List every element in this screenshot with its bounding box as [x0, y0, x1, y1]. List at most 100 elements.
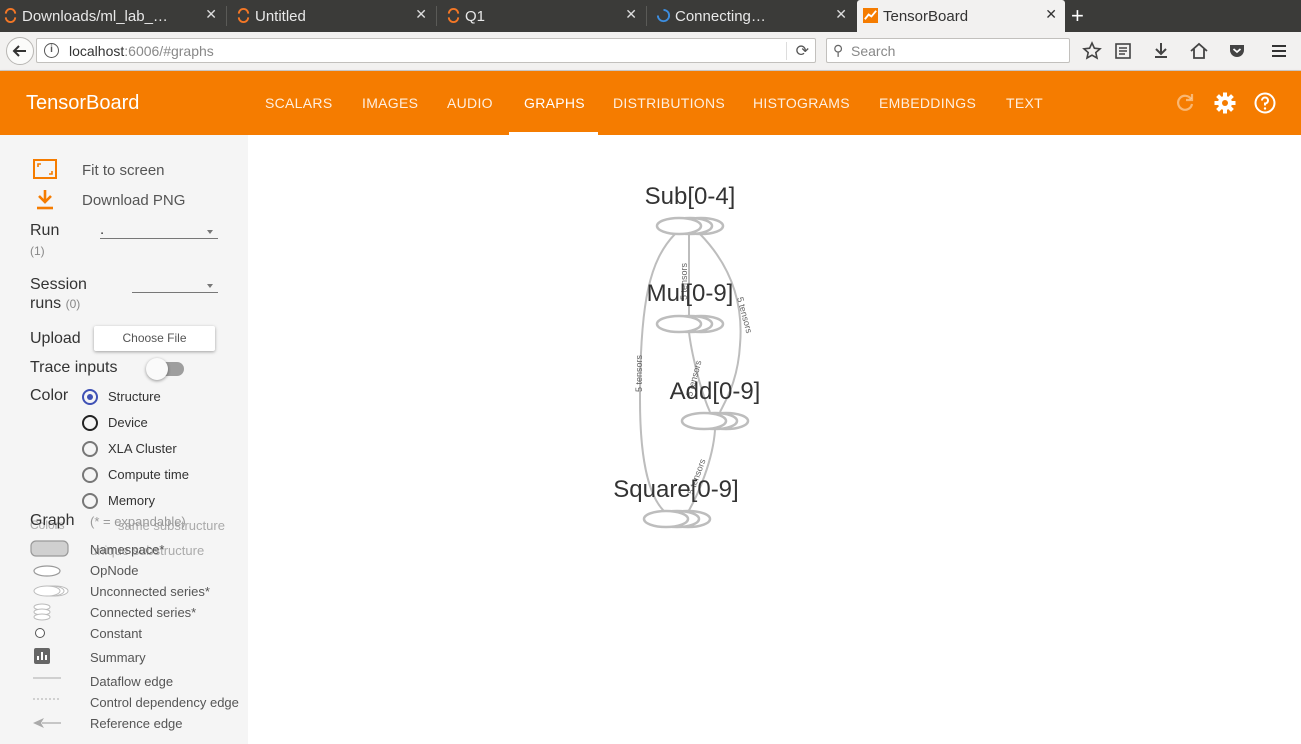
fit-to-screen-button[interactable]: Fit to screen: [82, 162, 165, 179]
upload-label: Upload: [30, 330, 81, 347]
radio-memory[interactable]: [82, 493, 98, 509]
close-icon[interactable]: ✕: [835, 6, 847, 23]
settings-gear-icon[interactable]: [1213, 91, 1237, 115]
reload-icon[interactable]: ⟳: [796, 41, 809, 61]
jupyter-icon: [4, 8, 17, 23]
browser-tab-q1[interactable]: Q1 ✕: [443, 0, 645, 32]
radio-xla-cluster-label: XLA Cluster: [108, 441, 177, 456]
browser-tab-connecting[interactable]: Connecting… ✕: [653, 0, 855, 32]
tensorboard-header: TensorBoard SCALARS IMAGES AUDIO GRAPHS …: [0, 71, 1301, 135]
radio-device[interactable]: [82, 415, 98, 431]
unconnected-series-legend-label: Unconnected series*: [90, 584, 210, 599]
control-dependency-edge-legend-icon: [33, 698, 61, 700]
chevron-down-icon[interactable]: [207, 230, 213, 234]
url-bar[interactable]: i localhost:6006/#graphs ⟳: [36, 38, 816, 63]
session-runs-label: Session: [30, 276, 87, 293]
reference-edge-legend-icon: [33, 718, 61, 728]
tab-label: Q1: [465, 7, 486, 25]
tab-audio[interactable]: AUDIO: [447, 95, 493, 111]
connected-series-legend-icon: [33, 603, 51, 621]
graph-edge-sub-square: [638, 233, 676, 513]
reference-edge-legend-label: Reference edge: [90, 716, 183, 731]
dataflow-edge-legend-label: Dataflow edge: [90, 674, 174, 689]
close-icon[interactable]: ✕: [1045, 6, 1057, 23]
graph-node-label-mul[interactable]: Mul[0-9]: [647, 280, 734, 307]
opnode-legend-label: OpNode: [90, 563, 139, 578]
run-select[interactable]: [100, 238, 218, 239]
close-icon[interactable]: ✕: [415, 6, 427, 23]
tab-separator: [646, 6, 647, 26]
bookmark-star-icon[interactable]: [1081, 40, 1103, 62]
search-icon: ⚲: [833, 42, 844, 58]
run-select-value[interactable]: .: [100, 221, 104, 238]
connected-series-legend-label: Connected series*: [90, 605, 197, 620]
run-label: Run: [30, 222, 60, 239]
chevron-down-icon[interactable]: [207, 284, 213, 288]
hamburger-menu-icon[interactable]: [1268, 40, 1290, 62]
graph-controls-sidebar: Fit to screen Download PNG Run (1) . Ses…: [0, 135, 248, 744]
pocket-icon[interactable]: [1226, 40, 1248, 62]
edge-label: 5 tensors: [634, 354, 644, 392]
reading-list-icon[interactable]: [1112, 40, 1134, 62]
color-label: Color: [30, 387, 69, 404]
tab-histograms[interactable]: HISTOGRAMS: [753, 95, 850, 111]
session-runs-label-2: runs (0): [30, 295, 81, 312]
tab-text[interactable]: TEXT: [1006, 95, 1043, 111]
browser-tab-tensorboard[interactable]: TensorBoard ✕: [857, 0, 1065, 32]
graph-node-label-add[interactable]: Add[0-9]: [670, 378, 761, 405]
download-icon[interactable]: [1150, 40, 1172, 62]
url-text: localhost:6006/#graphs: [69, 43, 214, 59]
control-dependency-edge-legend-label: Control dependency edge: [90, 695, 239, 710]
graph-node-label-sub[interactable]: Sub[0-4]: [645, 183, 736, 210]
browser-tab-strip: Downloads/ml_lab_… ✕ Untitled ✕ Q1 ✕ Con…: [0, 0, 1301, 32]
tab-separator: [226, 6, 227, 26]
tab-label: Untitled: [255, 7, 306, 25]
choose-file-button[interactable]: Choose File: [94, 326, 215, 351]
app-title: TensorBoard: [26, 92, 140, 114]
fit-to-screen-icon[interactable]: [33, 159, 57, 179]
run-count: (1): [30, 244, 45, 258]
radio-structure-label: Structure: [108, 389, 161, 404]
trace-inputs-toggle-knob[interactable]: [146, 358, 168, 380]
tensorboard-favicon-icon: [863, 8, 878, 23]
tab-distributions[interactable]: DISTRIBUTIONS: [613, 95, 725, 111]
download-png-icon[interactable]: [35, 189, 55, 211]
opnode-legend-icon: [33, 565, 61, 577]
graph-canvas[interactable]: 5 tensors 5 tensors 5 tensors 5 tensors …: [248, 135, 1301, 744]
graph-svg[interactable]: 5 tensors 5 tensors 5 tensors 5 tensors …: [248, 135, 1301, 744]
graph-node-label-square[interactable]: Square[0-9]: [613, 476, 738, 503]
search-input[interactable]: ⚲ Search: [826, 38, 1070, 63]
home-icon[interactable]: [1188, 40, 1210, 62]
tab-label: Connecting…: [675, 7, 766, 25]
browser-tab-untitled[interactable]: Untitled ✕: [233, 0, 435, 32]
summary-legend-icon: [34, 648, 50, 664]
radio-compute-time[interactable]: [82, 467, 98, 483]
tab-images[interactable]: IMAGES: [362, 95, 418, 111]
refresh-icon[interactable]: [1173, 91, 1197, 115]
back-arrow-icon: [12, 45, 26, 57]
trace-inputs-label: Trace inputs: [30, 359, 118, 376]
session-runs-select[interactable]: [132, 292, 218, 293]
unconnected-series-legend-icon: [33, 585, 69, 597]
radio-xla-cluster[interactable]: [82, 441, 98, 457]
edge-label: 5 tensors: [735, 296, 754, 335]
download-png-button[interactable]: Download PNG: [82, 192, 185, 209]
radio-structure[interactable]: [82, 389, 98, 405]
tab-graphs[interactable]: GRAPHS: [524, 95, 585, 111]
browser-tab-downloads[interactable]: Downloads/ml_lab_… ✕: [0, 0, 225, 32]
summary-legend-label: Summary: [90, 650, 146, 665]
close-icon[interactable]: ✕: [205, 6, 217, 23]
graph-legend-note: (* = expandable): [90, 514, 186, 529]
jupyter-icon: [447, 8, 460, 23]
help-icon[interactable]: [1253, 91, 1277, 115]
back-button[interactable]: [6, 37, 34, 65]
namespace-legend-icon: [30, 540, 69, 557]
radio-memory-label: Memory: [108, 493, 155, 508]
close-icon[interactable]: ✕: [625, 6, 637, 23]
tab-label: Downloads/ml_lab_…: [22, 7, 168, 25]
tab-label: TensorBoard: [883, 7, 969, 25]
tab-scalars[interactable]: SCALARS: [265, 95, 332, 111]
tab-embeddings[interactable]: EMBEDDINGS: [879, 95, 976, 111]
new-tab-button[interactable]: +: [1071, 3, 1084, 29]
info-icon[interactable]: i: [44, 43, 59, 58]
